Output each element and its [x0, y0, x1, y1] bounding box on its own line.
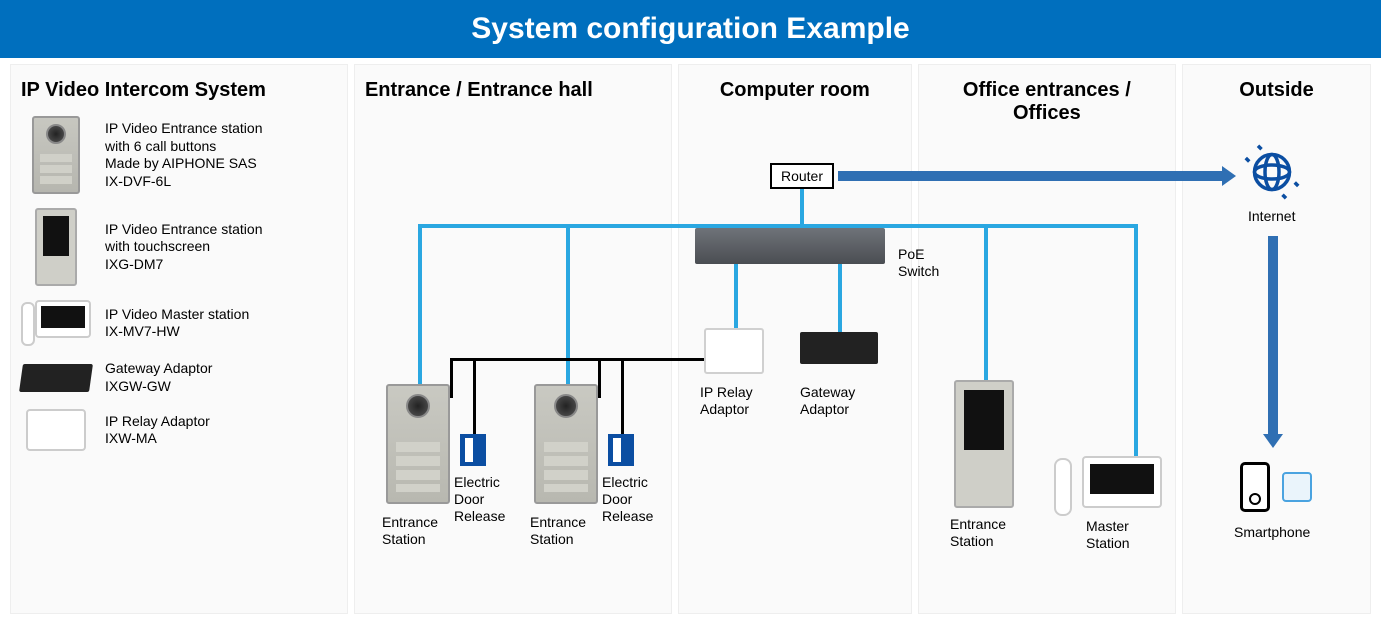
- office-entrance-station-node: [954, 380, 1014, 508]
- relay-wire: [598, 358, 601, 398]
- net-line: [838, 264, 842, 332]
- smartphone-icon: [1240, 462, 1270, 512]
- col4-heading: Office entrances / Offices: [929, 79, 1165, 125]
- smartphone-label: Smartphone: [1234, 524, 1310, 540]
- col2-heading: Entrance / Entrance hall: [365, 79, 661, 102]
- door-release-1-label: Electric Door Release: [454, 474, 505, 524]
- door-release-1-icon: [460, 434, 486, 466]
- door-release-2-icon: [608, 434, 634, 466]
- relay-wire: [621, 358, 624, 434]
- product-ixg-dm7: IP Video Entrance station with touchscre…: [21, 208, 337, 286]
- relay-wire: [450, 358, 704, 361]
- product-desc: IP Video Entrance station with 6 call bu…: [105, 120, 262, 190]
- entrance-station-1-label: Entrance Station: [382, 514, 438, 548]
- poe-switch-label: PoE Switch: [898, 246, 939, 280]
- entrance-station-touch-icon: [35, 208, 77, 286]
- net-line: [1134, 224, 1138, 456]
- entrance-station-1-node: [386, 384, 450, 504]
- entrance-station-2-label: Entrance Station: [530, 514, 586, 548]
- page-title: System configuration Example: [0, 0, 1381, 58]
- office-master-station-label: Master Station: [1086, 518, 1130, 552]
- relay-wire: [450, 358, 453, 398]
- entrance-station-2-node: [534, 384, 598, 504]
- columns-container: IP Video Intercom System IP Video Entran…: [0, 58, 1381, 620]
- arrow-internet-to-phone: [1268, 236, 1278, 436]
- router-node: Router: [770, 163, 834, 189]
- net-line: [984, 224, 988, 380]
- col3-heading: Computer room: [689, 79, 901, 102]
- ip-relay-adaptor-label: IP Relay Adaptor: [700, 384, 753, 418]
- ip-relay-adaptor-node: [704, 328, 764, 374]
- col1-heading: IP Video Intercom System: [21, 79, 337, 102]
- col-intercom-system: IP Video Intercom System IP Video Entran…: [10, 64, 348, 614]
- col5-heading: Outside: [1193, 79, 1360, 102]
- product-ix-dvf-6l: IP Video Entrance station with 6 call bu…: [21, 116, 337, 194]
- gateway-adaptor-node: [800, 332, 878, 364]
- app-icon: [1282, 472, 1312, 502]
- product-ixgw-gw: Gateway Adaptor IXGW-GW: [21, 360, 337, 395]
- product-ix-mv7-hw: IP Video Master station IX-MV7-HW: [21, 300, 337, 346]
- poe-switch-node: [695, 228, 885, 264]
- entrance-station-6btn-icon: [32, 116, 80, 194]
- product-ixw-ma: IP Relay Adaptor IXW-MA: [21, 409, 337, 451]
- net-line: [418, 224, 422, 384]
- office-master-station-node: [1054, 456, 1162, 512]
- door-release-2-label: Electric Door Release: [602, 474, 653, 524]
- relay-wire: [473, 358, 476, 434]
- relay-adaptor-icon: [26, 409, 86, 451]
- net-line: [800, 189, 804, 228]
- net-line: [734, 264, 738, 328]
- gateway-adaptor-label: Gateway Adaptor: [800, 384, 855, 418]
- internet-globe-icon: [1244, 144, 1300, 200]
- master-station-icon: [21, 300, 91, 346]
- internet-label: Internet: [1248, 208, 1295, 224]
- office-entrance-station-label: Entrance Station: [950, 516, 1006, 550]
- arrow-router-to-internet: [838, 171, 1224, 181]
- gateway-adaptor-icon: [19, 364, 93, 392]
